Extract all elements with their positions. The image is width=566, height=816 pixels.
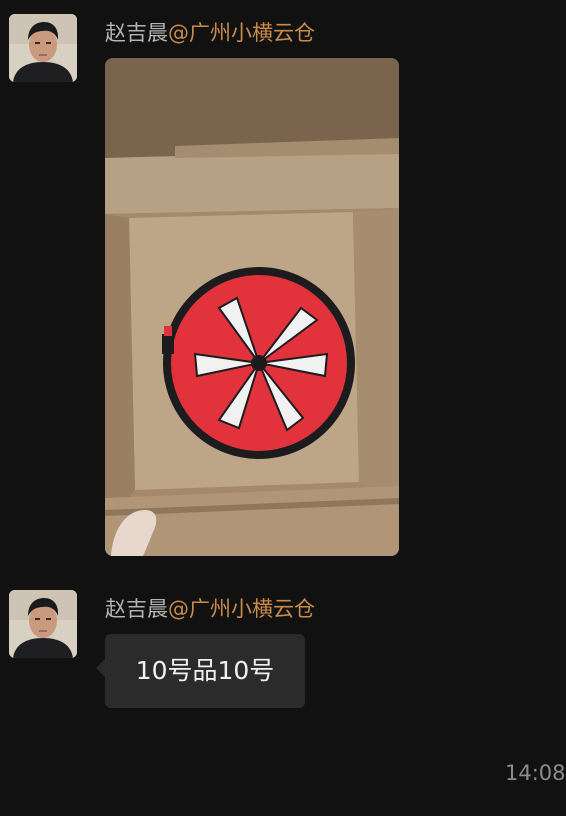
image-message[interactable]	[105, 58, 399, 556]
message-text: 10号品10号	[135, 656, 275, 685]
sender-name: 赵吉晨	[105, 597, 168, 621]
avatar[interactable]	[9, 590, 77, 658]
sender-label: 赵吉晨@广州小横云仓	[105, 18, 315, 48]
avatar-photo	[9, 14, 77, 82]
avatar-photo	[9, 590, 77, 658]
product-photo	[105, 58, 399, 556]
sender-org: @广州小横云仓	[168, 597, 315, 621]
timestamp: 14:08	[505, 761, 566, 785]
sender-name: 赵吉晨	[105, 21, 168, 45]
chat-screen: 赵吉晨@广州小横云仓 赵吉晨@广州小横云仓 10号品10号 14:08	[0, 0, 566, 816]
sender-org: @广州小横云仓	[168, 21, 315, 45]
sender-label: 赵吉晨@广州小横云仓	[105, 594, 315, 624]
avatar[interactable]	[9, 14, 77, 82]
text-message-bubble[interactable]: 10号品10号	[96, 634, 305, 708]
